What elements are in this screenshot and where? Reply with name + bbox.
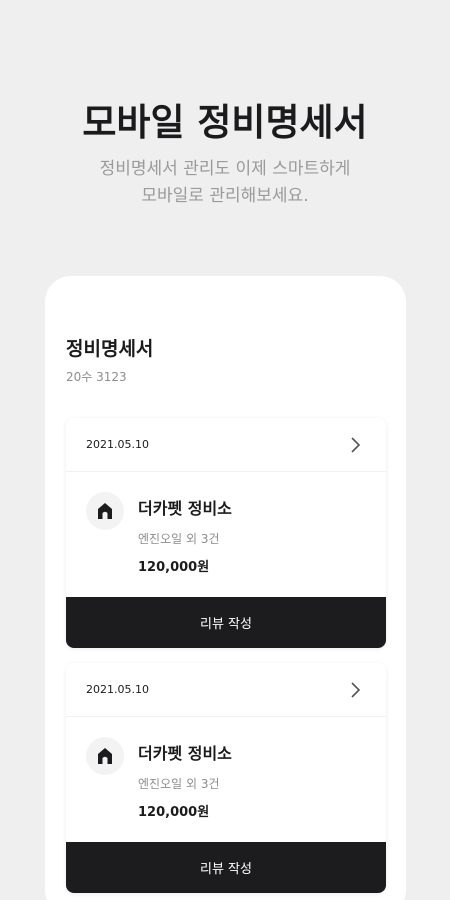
write-review-button[interactable]: 리뷰 작성 — [66, 842, 386, 893]
statement-card: 2021.05.10 더카펫 정비소 엔진오일 외 3건 120,000원 리뷰… — [66, 418, 386, 648]
shop-name: 더카펫 정비소 — [138, 499, 232, 518]
service-items: 엔진오일 외 3건 — [138, 777, 220, 791]
shop-logo-icon — [86, 492, 124, 530]
car-number: 20수 3123 — [66, 370, 127, 384]
statement-title: 정비명세서 — [66, 338, 154, 360]
service-price: 120,000원 — [138, 805, 210, 820]
hero-subtitle: 정비명세서 관리도 이제 스마트하게 모바일로 관리해보세요. — [0, 156, 450, 210]
page: 모바일 정비명세서 정비명세서 관리도 이제 스마트하게 모바일로 관리해보세요… — [0, 0, 450, 900]
statement-card: 2021.05.10 더카펫 정비소 엔진오일 외 3건 120,000원 리뷰… — [66, 663, 386, 893]
service-price: 120,000원 — [138, 560, 210, 575]
statement-date: 2021.05.10 — [86, 683, 149, 696]
statement-card-header[interactable]: 2021.05.10 — [66, 418, 386, 472]
hero-subtitle-line1: 정비명세서 관리도 이제 스마트하게 — [99, 159, 351, 179]
write-review-button[interactable]: 리뷰 작성 — [66, 597, 386, 648]
hero-subtitle-line2: 모바일로 관리해보세요. — [141, 186, 309, 206]
chevron-right-icon[interactable] — [350, 681, 362, 699]
statement-card-body: 더카펫 정비소 엔진오일 외 3건 120,000원 — [66, 717, 386, 842]
service-items: 엔진오일 외 3건 — [138, 532, 220, 546]
statement-date: 2021.05.10 — [86, 438, 149, 451]
chevron-right-icon[interactable] — [350, 436, 362, 454]
statement-card-header[interactable]: 2021.05.10 — [66, 663, 386, 717]
statement-card-body: 더카펫 정비소 엔진오일 외 3건 120,000원 — [66, 472, 386, 597]
hero-title: 모바일 정비명세서 — [82, 101, 368, 144]
shop-name: 더카펫 정비소 — [138, 744, 232, 763]
shop-logo-icon — [86, 737, 124, 775]
